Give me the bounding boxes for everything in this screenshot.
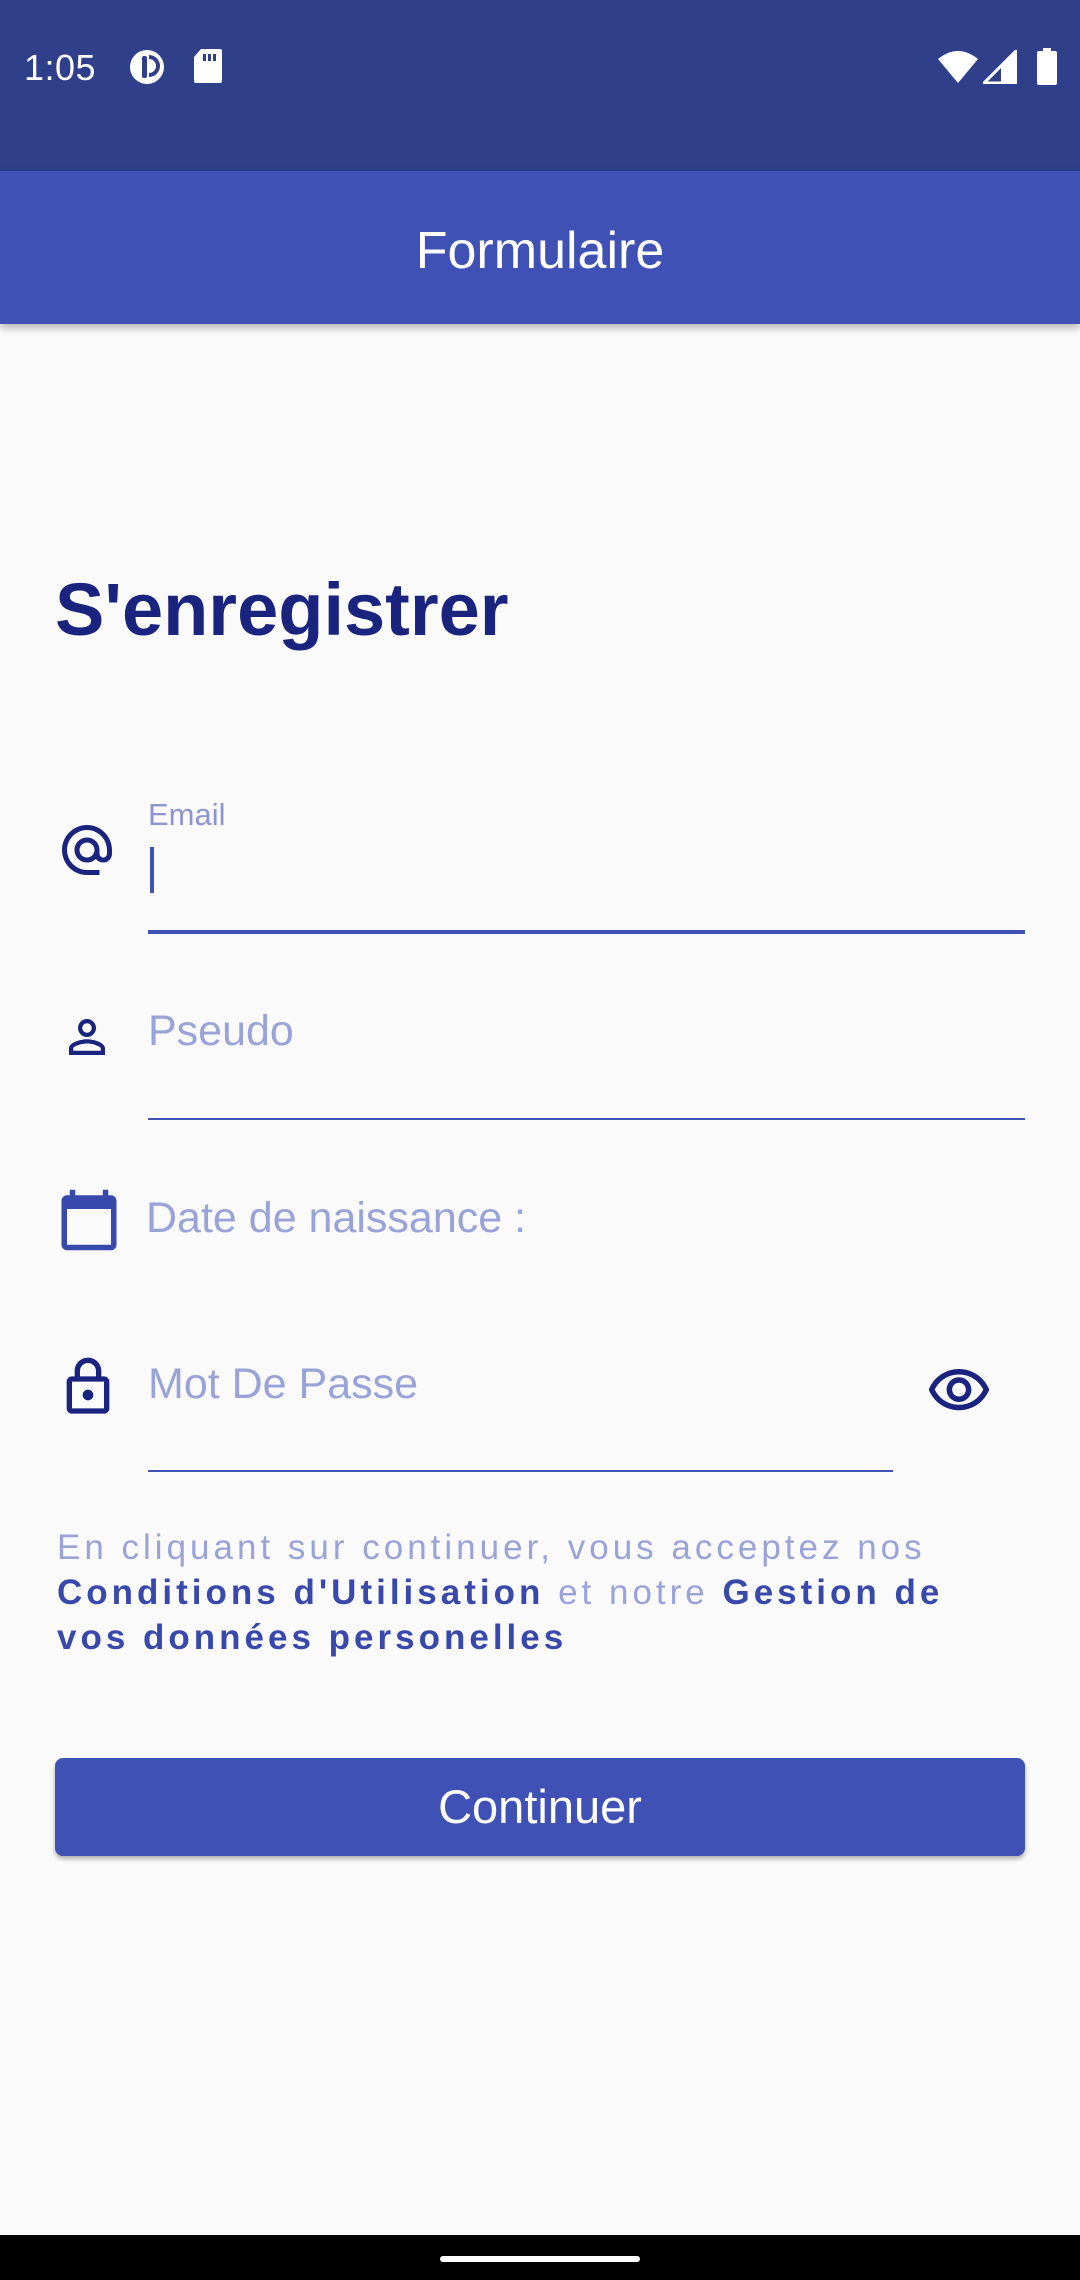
battery-icon xyxy=(1036,48,1058,91)
pseudo-placeholder: Pseudo xyxy=(148,1007,294,1055)
password-field[interactable]: Mot De Passe xyxy=(148,1358,893,1473)
data-saver-icon xyxy=(128,48,166,91)
status-bar: 1:05 xyxy=(0,0,1080,171)
email-field[interactable]: Email xyxy=(148,790,1025,935)
password-underline xyxy=(148,1470,893,1472)
terms-middle: et notre xyxy=(544,1573,723,1612)
sd-card-icon xyxy=(193,48,223,89)
eye-icon[interactable] xyxy=(926,1358,992,1429)
status-time: 1:05 xyxy=(24,47,97,88)
person-icon xyxy=(60,1010,114,1069)
email-label: Email xyxy=(148,797,226,832)
home-gesture-handle[interactable] xyxy=(440,2256,640,2262)
registration-screen: 1:05 Formulaire S'enregistrer Email Pseu… xyxy=(0,0,1080,2280)
cell-signal-icon xyxy=(980,47,1018,89)
pseudo-field[interactable]: Pseudo xyxy=(148,995,1025,1120)
continue-button[interactable]: Continuer xyxy=(55,1758,1025,1856)
at-sign-icon xyxy=(57,820,117,885)
wifi-icon xyxy=(937,50,979,89)
terms-text: En cliquant sur continuer, vous acceptez… xyxy=(57,1525,1027,1660)
calendar-icon xyxy=(56,1187,122,1258)
conditions-link[interactable]: Conditions d'Utilisation xyxy=(57,1573,544,1612)
terms-prefix: En cliquant sur continuer, vous acceptez… xyxy=(57,1528,926,1567)
text-cursor xyxy=(150,847,154,893)
page-title: S'enregistrer xyxy=(55,568,509,651)
birthdate-field[interactable]: Date de naissance : xyxy=(146,1190,1026,1250)
app-title: Formulaire xyxy=(415,222,665,280)
app-bar: Formulaire xyxy=(0,171,1080,324)
password-placeholder: Mot De Passe xyxy=(148,1360,419,1408)
lock-icon xyxy=(56,1355,120,1424)
email-underline xyxy=(148,930,1025,934)
birthdate-placeholder: Date de naissance : xyxy=(146,1194,527,1242)
pseudo-underline xyxy=(148,1118,1025,1120)
navigation-bar xyxy=(0,2235,1080,2280)
